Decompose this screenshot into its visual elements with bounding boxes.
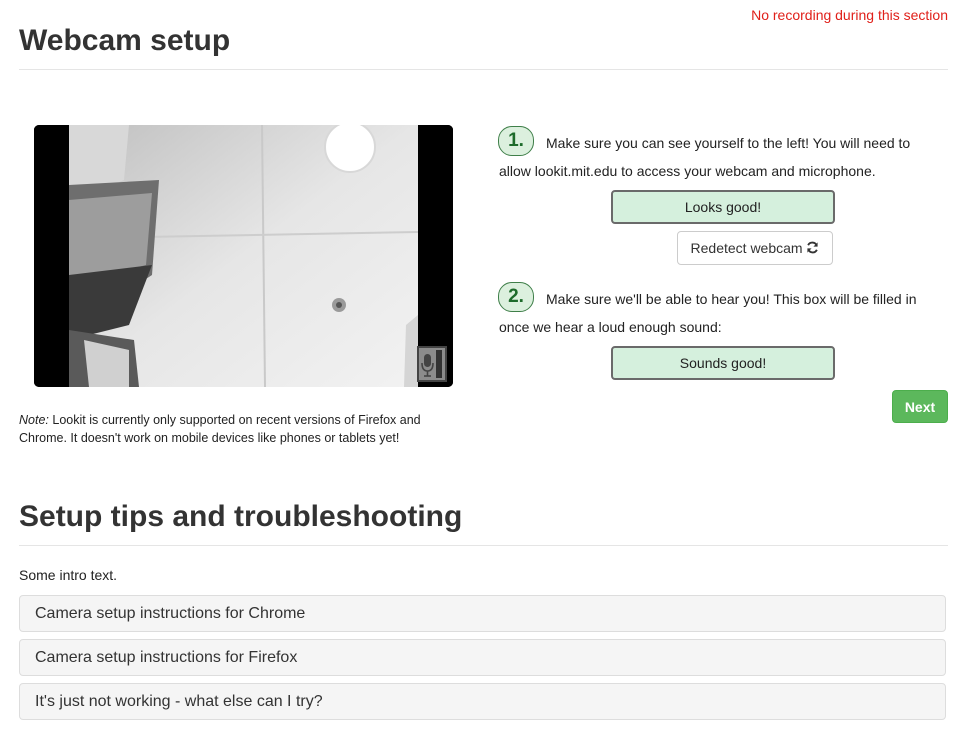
accordion-panel-chrome[interactable]: Camera setup instructions for Chrome (19, 595, 946, 632)
browser-support-note: Note: Lookit is currently only supported… (19, 411, 459, 447)
sounds-good-button[interactable]: Sounds good! (611, 346, 835, 380)
next-button[interactable]: Next (892, 390, 948, 423)
step-instructions: Make sure you can see yourself to the le… (499, 135, 911, 179)
intro-text: Some intro text. (19, 567, 118, 583)
step-instructions: Make sure we'll be able to hear you! Thi… (499, 291, 917, 335)
webcam-setup-page: No recording during this section Webcam … (0, 0, 960, 733)
section-title: Setup tips and troubleshooting (19, 500, 463, 533)
microphone-icon (421, 350, 442, 378)
microphone-level-indicator (417, 346, 447, 382)
looks-good-button[interactable]: Looks good! (611, 190, 835, 224)
panel-heading: Camera setup instructions for Firefox (35, 649, 298, 666)
refresh-icon (807, 241, 819, 254)
accordion-panel-firefox[interactable]: Camera setup instructions for Firefox (19, 639, 946, 676)
panel-heading: Camera setup instructions for Chrome (35, 605, 306, 622)
recording-notice: No recording during this section (751, 7, 948, 23)
webcam-preview (34, 125, 453, 387)
page-title: Webcam setup (19, 24, 231, 57)
note-text: Lookit is currently only supported on re… (19, 413, 421, 445)
divider (19, 69, 948, 70)
divider (19, 545, 948, 546)
panel-heading: It's just not working - what else can I … (35, 693, 323, 710)
note-label: Note: (19, 413, 49, 427)
redetect-label: Redetect webcam (690, 240, 803, 256)
accordion-panel-troubleshooting[interactable]: It's just not working - what else can I … (19, 683, 946, 720)
webcam-video-frame (34, 125, 453, 387)
redetect-webcam-button[interactable]: Redetect webcam (677, 231, 833, 265)
